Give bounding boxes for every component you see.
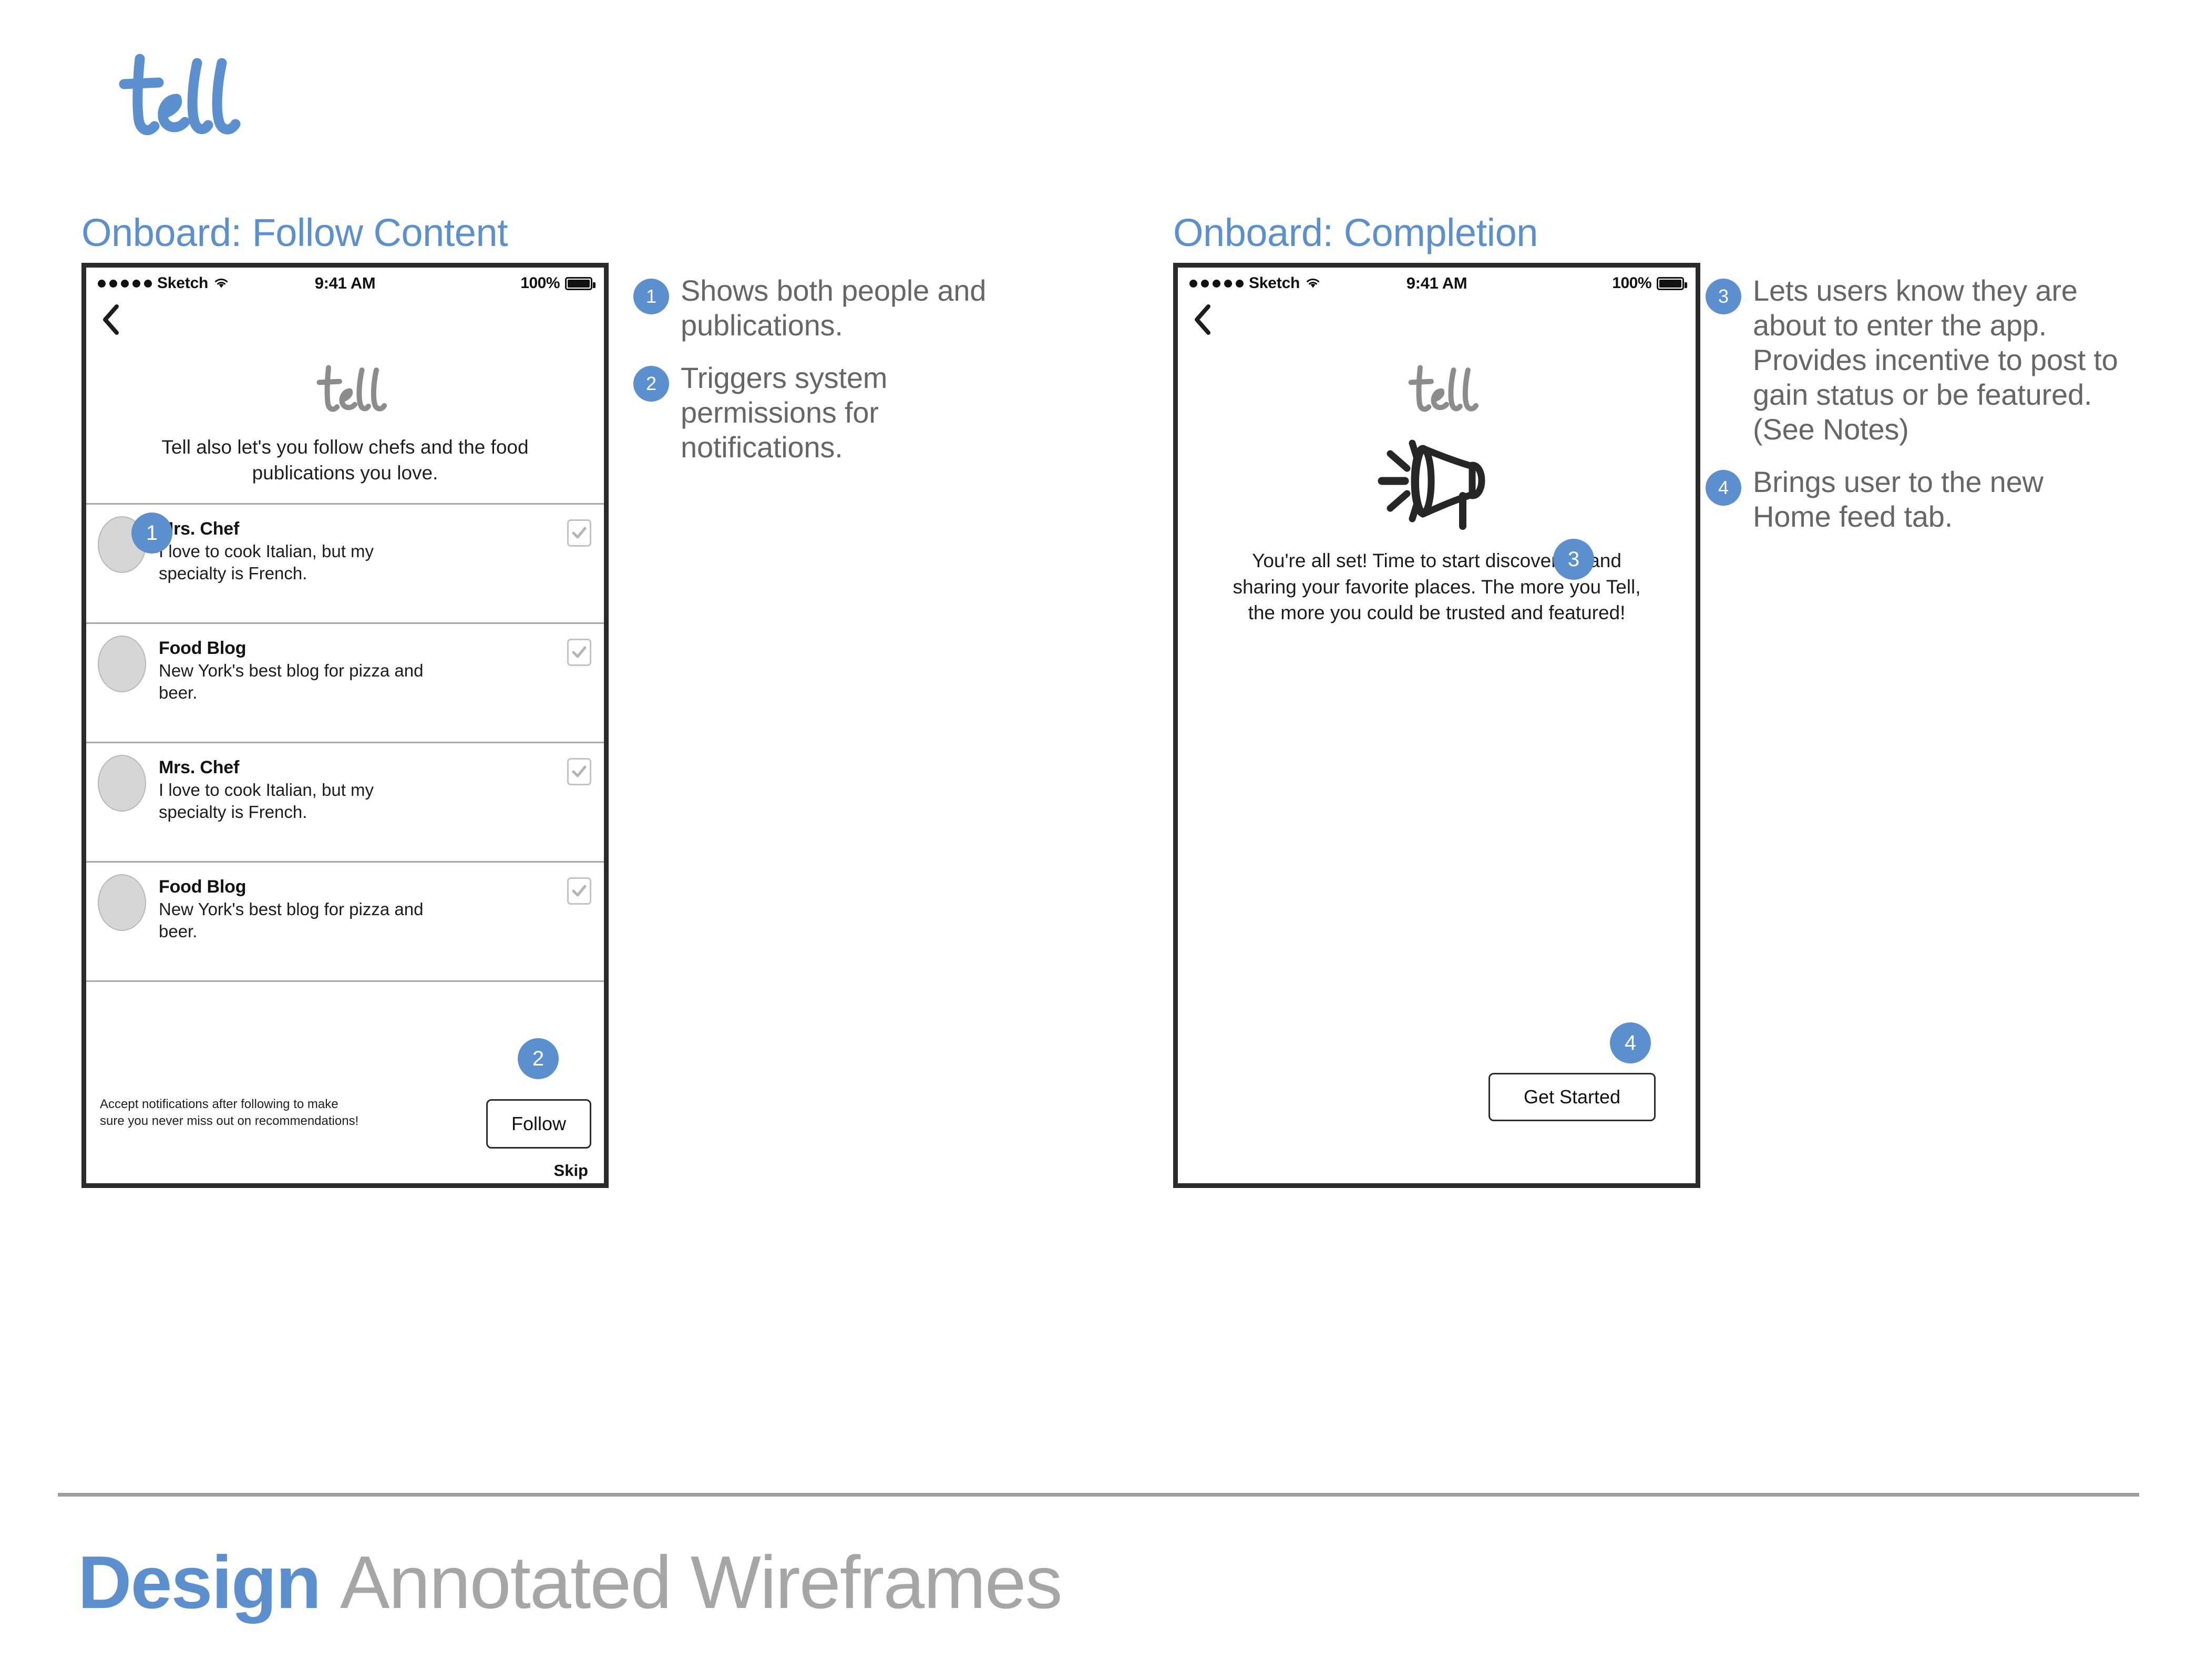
chevron-left-icon[interactable]: [100, 303, 122, 336]
checkbox-checked-icon[interactable]: [567, 877, 591, 905]
battery-percent-label: 100%: [520, 274, 560, 292]
screen-title-completion: Onboard: Completion: [1173, 211, 1538, 254]
follow-footer: Accept notifications after following to …: [86, 1083, 604, 1183]
intro-copy: Tell also let's you follow chefs and the…: [161, 436, 529, 484]
annotation-item: 4 Brings user to the new Home feed tab.: [1706, 465, 2126, 534]
skip-link[interactable]: Skip: [554, 1161, 588, 1180]
battery-icon: [1657, 276, 1687, 290]
annotation-number: 1: [633, 279, 669, 314]
status-bar: Sketch 9:41 AM 100%: [1178, 268, 1696, 299]
navigation-bar: [1178, 299, 1696, 343]
app-logo-tell: [299, 359, 391, 421]
list-item-name: Food Blog: [159, 638, 247, 658]
avatar: [98, 636, 146, 692]
annotation-item: 3 Lets users know they are about to ente…: [1706, 273, 2126, 447]
navigation-bar: [86, 299, 604, 343]
annotations-middle: 1 Shows both people and publications. 2 …: [633, 273, 1033, 483]
annotation-badge-3: 3: [1553, 539, 1594, 580]
app-logo-tell: [1391, 359, 1483, 421]
annotation-item: 1 Shows both people and publications.: [633, 273, 1033, 343]
annotation-text: Brings user to the new Home feed tab.: [1753, 465, 2044, 534]
annotation-number: 3: [1706, 279, 1741, 314]
avatar: [98, 755, 146, 812]
annotation-text: Shows both people and publications.: [681, 274, 987, 342]
follow-list[interactable]: Mrs. Chef I love to cook Italian, but my…: [86, 503, 604, 1083]
checkbox-checked-icon[interactable]: [567, 519, 591, 547]
status-bar: Sketch 9:41 AM 100%: [86, 268, 604, 299]
list-item[interactable]: Mrs. Chef I love to cook Italian, but my…: [86, 743, 604, 863]
list-item-description: New York's best blog for pizza and beer.: [159, 661, 424, 703]
carrier-label: Sketch: [157, 274, 209, 292]
list-item-name: Mrs. Chef: [159, 757, 240, 777]
chevron-left-icon[interactable]: [1192, 303, 1214, 336]
list-item[interactable]: Food Blog New York's best blog for pizza…: [86, 863, 604, 982]
wifi-icon: [1305, 277, 1321, 290]
wifi-icon: [213, 277, 229, 290]
wireframe-page: Onboard: Follow Content Onboard: Complet…: [0, 0, 2197, 1680]
annotation-item: 2 Triggers system permissions for notifi…: [633, 361, 1033, 465]
checkbox-checked-icon[interactable]: [567, 639, 591, 666]
list-item-description: New York's best blog for pizza and beer.: [159, 899, 424, 941]
avatar: [98, 874, 146, 931]
megaphone-icon: [1372, 433, 1501, 530]
annotation-number: 2: [633, 366, 669, 402]
signal-strength-icon: [98, 279, 152, 288]
annotation-badge-1: 1: [131, 513, 172, 554]
annotations-right: 3 Lets users know they are about to ente…: [1706, 273, 2126, 552]
footer-title: Design Annotated Wireframes: [78, 1545, 1063, 1620]
annotation-text: Triggers system permissions for notifica…: [681, 361, 888, 464]
tell-logo: [89, 47, 247, 147]
annotation-number: 4: [1706, 470, 1741, 506]
checkbox-checked-icon[interactable]: [567, 758, 591, 785]
annotation-badge-2: 2: [518, 1038, 559, 1079]
footer-title-light: Annotated Wireframes: [340, 1541, 1063, 1624]
carrier-label: Sketch: [1249, 274, 1300, 292]
annotation-badge-4: 4: [1610, 1022, 1651, 1063]
list-item-description: I love to cook Italian, but my specialty…: [159, 780, 374, 822]
follow-button[interactable]: Follow: [486, 1099, 591, 1149]
clock-label: 9:41 AM: [314, 274, 376, 292]
list-item-name: Food Blog: [159, 877, 247, 897]
screen-title-follow-content: Onboard: Follow Content: [81, 211, 508, 254]
annotation-text: Lets users know they are about to enter …: [1753, 274, 2118, 446]
notifications-note: Accept notifications after following to …: [100, 1097, 359, 1129]
list-item-name: Mrs. Chef: [159, 519, 240, 539]
battery-icon: [565, 276, 596, 290]
signal-strength-icon: [1189, 279, 1244, 288]
battery-percent-label: 100%: [1612, 274, 1651, 292]
list-item[interactable]: Food Blog New York's best blog for pizza…: [86, 624, 604, 743]
list-item-description: I love to cook Italian, but my specialty…: [159, 541, 374, 583]
horizontal-divider: [58, 1493, 2139, 1497]
footer-title-strong: Design: [78, 1541, 321, 1624]
clock-label: 9:41 AM: [1406, 274, 1467, 292]
get-started-button[interactable]: Get Started: [1488, 1073, 1656, 1121]
